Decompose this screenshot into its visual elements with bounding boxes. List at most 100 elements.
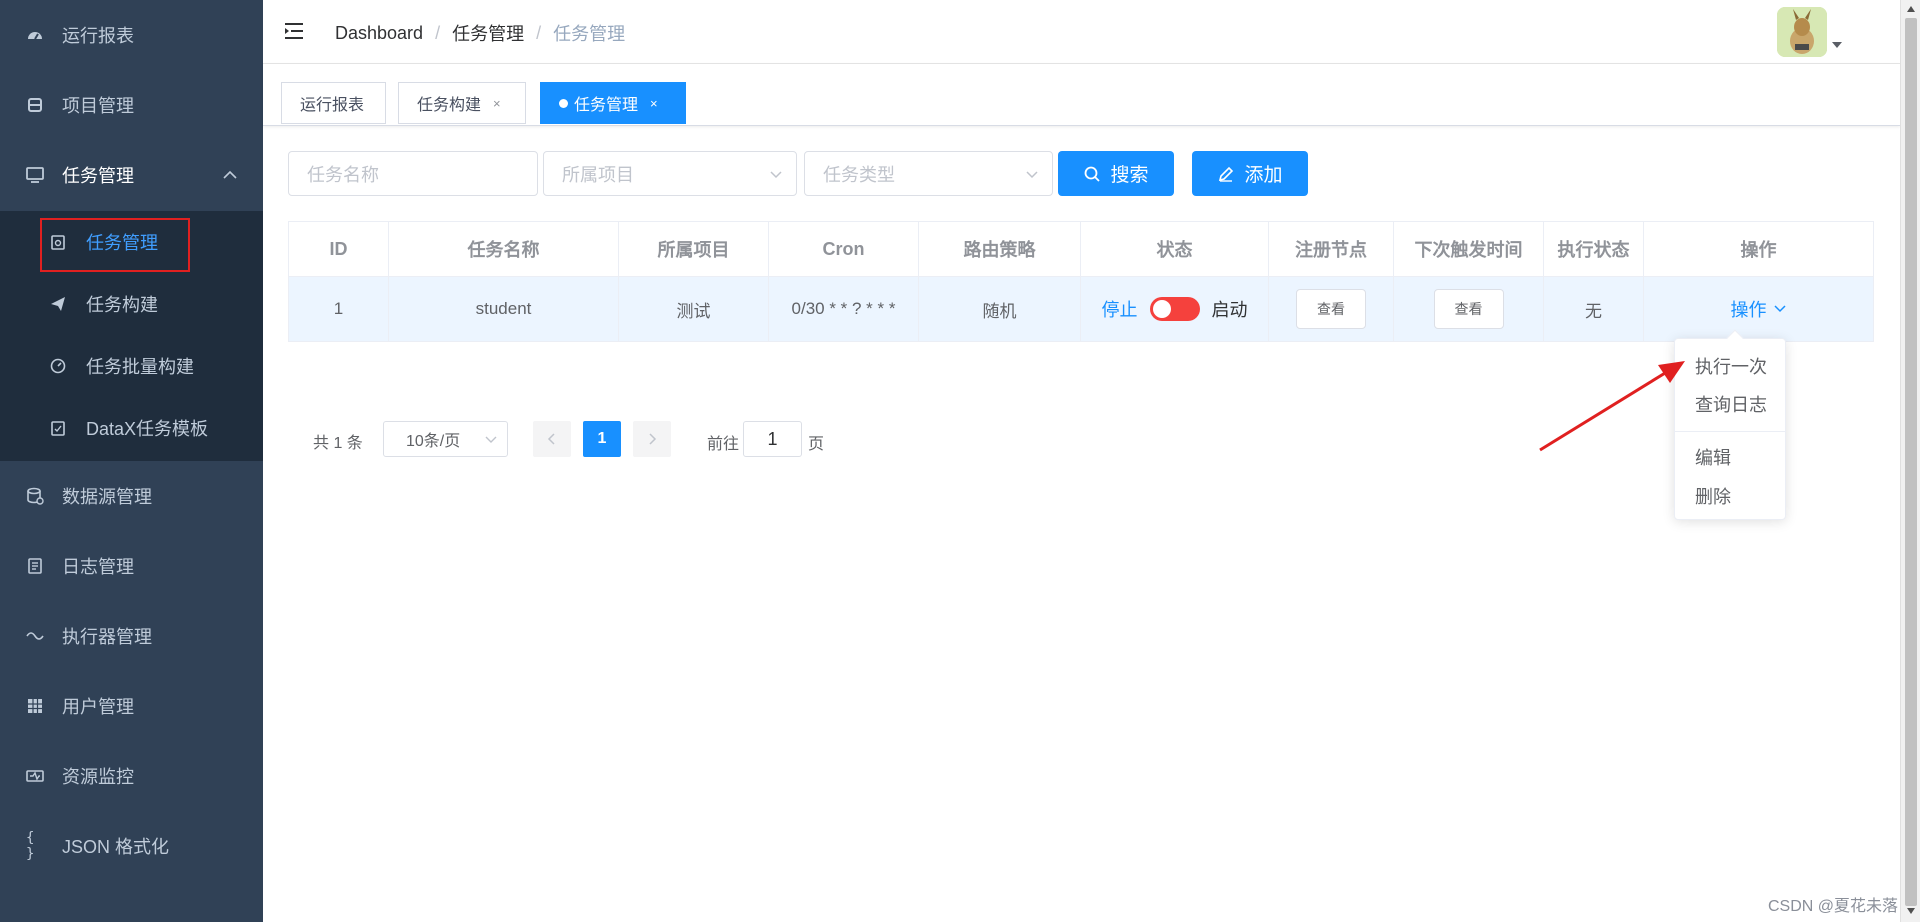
table-header-exec-status: 执行状态 xyxy=(1544,222,1644,277)
add-button[interactable]: 添加 xyxy=(1192,151,1308,196)
view-nodes-button[interactable]: 查看 xyxy=(1296,289,1366,329)
tag-task-build[interactable]: 任务构建 × xyxy=(398,82,526,124)
monitor-icon xyxy=(26,166,44,184)
sidebar-item-label: JSON 格式化 xyxy=(62,837,170,857)
sidebar-item-label: 用户管理 xyxy=(62,697,134,717)
task-type-select[interactable]: 任务类型 xyxy=(804,151,1053,196)
chevron-down-icon xyxy=(770,171,782,179)
dashboard-icon xyxy=(26,26,44,44)
operation-label: 操作 xyxy=(1730,300,1767,320)
tag-label: 任务管理 xyxy=(574,97,639,114)
scrollbar-thumb[interactable] xyxy=(1905,18,1917,906)
annotation-arrow xyxy=(1539,361,1685,452)
status-toggle[interactable] xyxy=(1149,297,1200,321)
submenu-item-task-build[interactable]: 任务构建 xyxy=(0,273,263,335)
navbar: Dashboard / 任务管理 / 任务管理 xyxy=(263,0,1900,64)
table-header-id: ID xyxy=(289,222,389,277)
sidebar-item-resource-monitor[interactable]: 资源监控 xyxy=(0,741,263,811)
scroll-up-icon[interactable] xyxy=(1907,6,1915,12)
page-number-button[interactable]: 1 xyxy=(583,421,621,457)
dropdown-item-run-once[interactable]: 执行一次 xyxy=(1695,353,1767,379)
submenu-item-task-batch-build[interactable]: 任务批量构建 xyxy=(0,335,263,397)
task-name-input[interactable]: 任务名称 xyxy=(288,151,538,196)
search-button-label: 搜索 xyxy=(1110,165,1149,186)
goto-page-input[interactable]: 1 xyxy=(743,421,802,457)
table-header-operation: 操作 xyxy=(1644,222,1873,277)
project-placeholder: 所属项目 xyxy=(562,164,634,185)
table-header-status: 状态 xyxy=(1081,222,1269,277)
table-header-next-trigger: 下次触发时间 xyxy=(1394,222,1544,277)
submenu-item-label: DataX任务模板 xyxy=(86,419,209,439)
monitor-resource-icon xyxy=(26,767,44,785)
dropdown-item-edit[interactable]: 编辑 xyxy=(1695,444,1731,470)
watermark: CSDN @夏花未落 xyxy=(1768,898,1899,915)
tag-label: 运行报表 xyxy=(300,97,365,114)
chevron-down-icon xyxy=(1026,171,1038,179)
dropdown-item-query-log[interactable]: 查询日志 xyxy=(1695,391,1767,417)
submenu-item-datax-template[interactable]: DataX任务模板 xyxy=(0,397,263,459)
sidebar-item-label: 运行报表 xyxy=(62,26,134,46)
search-button[interactable]: 搜索 xyxy=(1058,151,1174,196)
submenu-item-label: 任务批量构建 xyxy=(86,357,194,377)
sidebar-item-datasource[interactable]: 数据源管理 xyxy=(0,461,263,531)
sidebar-item-json-format[interactable]: { } JSON 格式化 xyxy=(0,811,263,881)
cell-status: 停止 启动 xyxy=(1081,277,1269,341)
chevron-up-icon[interactable] xyxy=(222,170,238,180)
breadcrumb-item-current: 任务管理 xyxy=(553,24,626,44)
project-select[interactable]: 所属项目 xyxy=(543,151,797,196)
prev-page-button[interactable] xyxy=(533,421,571,457)
dropdown-item-delete[interactable]: 删除 xyxy=(1695,483,1731,509)
sidebar-item-label: 项目管理 xyxy=(62,96,134,116)
sidebar-item-label: 资源监控 xyxy=(62,767,134,787)
annotation-highlight-box xyxy=(40,218,190,272)
sidebar-item-executor[interactable]: 执行器管理 xyxy=(0,601,263,671)
breadcrumb-item-task-management[interactable]: 任务管理 xyxy=(452,20,524,46)
scroll-down-icon[interactable] xyxy=(1907,908,1915,914)
avatar[interactable] xyxy=(1777,7,1827,57)
page-size-value: 10条/页 xyxy=(406,433,461,450)
caret-down-icon[interactable] xyxy=(1832,42,1842,48)
tag-dashboard[interactable]: 运行报表 xyxy=(281,82,386,124)
sidebar-item-log[interactable]: 日志管理 xyxy=(0,531,263,601)
json-icon: { } xyxy=(26,830,35,862)
next-page-button[interactable] xyxy=(633,421,671,457)
dropdown-divider xyxy=(1675,431,1785,432)
operation-dropdown-trigger[interactable]: 操作 xyxy=(1731,296,1787,322)
operation-dropdown-menu: 执行一次 查询日志 编辑 删除 xyxy=(1674,329,1786,520)
sidebar-item-user[interactable]: 用户管理 xyxy=(0,671,263,741)
vertical-scrollbar[interactable] xyxy=(1900,0,1920,922)
pagination-total: 共 1 条 xyxy=(313,435,363,452)
submenu-item-label: 任务构建 xyxy=(86,295,158,315)
cell-project: 测试 xyxy=(619,277,769,341)
page-suffix: 页 xyxy=(808,436,825,453)
search-icon xyxy=(1085,166,1101,182)
sidebar-item-dashboard[interactable]: 运行报表 xyxy=(0,0,263,70)
dashboard-gauge-icon xyxy=(50,358,66,374)
sidebar-item-project[interactable]: 项目管理 xyxy=(0,70,263,140)
cell-exec-status: 无 xyxy=(1544,277,1644,341)
sidebar-item-label: 日志管理 xyxy=(62,557,134,577)
switch-on-label: 启动 xyxy=(1211,300,1248,320)
breadcrumb: Dashboard / 任务管理 / 任务管理 xyxy=(335,20,625,46)
cell-nodes: 查看 xyxy=(1269,277,1394,341)
user-table-icon xyxy=(26,697,44,715)
goto-label: 前往 xyxy=(707,436,740,453)
cell-name: student xyxy=(389,277,619,341)
task-name-placeholder: 任务名称 xyxy=(307,164,379,185)
view-next-trigger-button[interactable]: 查看 xyxy=(1433,289,1504,329)
project-icon xyxy=(26,96,44,114)
chevron-down-icon xyxy=(1773,305,1786,313)
breadcrumb-item-dashboard[interactable]: Dashboard xyxy=(335,23,423,44)
close-icon[interactable]: × xyxy=(493,96,501,111)
table-header-route: 路由策略 xyxy=(919,222,1081,277)
breadcrumb-separator: / xyxy=(536,22,542,43)
tags-view: 运行报表 任务构建 × 任务管理 × xyxy=(263,64,1900,126)
hamburger-icon[interactable] xyxy=(283,20,305,42)
table-header-name: 任务名称 xyxy=(389,222,619,277)
add-button-label: 添加 xyxy=(1244,165,1283,186)
close-icon[interactable]: × xyxy=(650,96,658,111)
tag-task-management[interactable]: 任务管理 × xyxy=(540,82,686,124)
log-icon xyxy=(26,557,44,575)
chevron-left-icon xyxy=(547,433,555,445)
page-size-select[interactable]: 10条/页 xyxy=(383,421,508,457)
